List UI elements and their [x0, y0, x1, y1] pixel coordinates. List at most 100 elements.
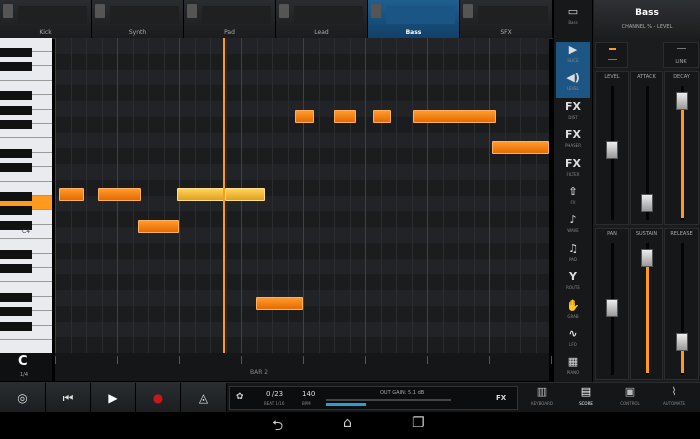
tool-button-filter[interactable]: FX FILTER: [556, 156, 590, 184]
track-tab-pad[interactable]: Pad: [184, 0, 276, 38]
black-key[interactable]: [0, 264, 32, 273]
midi-note[interactable]: [492, 141, 549, 154]
black-key[interactable]: [0, 62, 32, 72]
release-label: RELEASE: [670, 231, 693, 237]
fader-knob[interactable]: [606, 299, 618, 317]
settings-icon[interactable]: ✿: [236, 392, 244, 402]
track-mute-icon[interactable]: [187, 4, 197, 18]
tool-button-piano[interactable]: ▦ PIANO: [556, 354, 590, 382]
grid-line: [458, 38, 459, 353]
record-button[interactable]: ●: [136, 383, 181, 413]
decay-fader[interactable]: DECAY: [664, 71, 699, 225]
fader-knob[interactable]: [675, 91, 688, 110]
recents-icon[interactable]: ❐: [412, 415, 425, 431]
track-tab-sfx[interactable]: SFX: [460, 0, 553, 38]
tool-button-wave[interactable]: ♪ WAVE: [556, 212, 590, 240]
grid-line: [396, 38, 397, 353]
track-mute-icon[interactable]: [3, 4, 13, 18]
play-icon: ▶: [108, 391, 118, 405]
track-mute-icon[interactable]: [95, 4, 105, 18]
release-fader[interactable]: RELEASE: [664, 228, 699, 380]
midi-note[interactable]: [334, 110, 356, 123]
midi-note[interactable]: [256, 297, 303, 310]
link-toggle[interactable]: LINK: [663, 42, 699, 68]
tool-button-dist[interactable]: FX DIST: [556, 99, 590, 127]
view-score-button[interactable]: ▤ SCORE: [566, 383, 606, 413]
track-tab-synth[interactable]: Synth: [92, 0, 184, 38]
track-tab-lead[interactable]: Lead: [276, 0, 368, 38]
fx-button[interactable]: FX: [496, 394, 506, 402]
home-icon[interactable]: ⌂: [343, 415, 352, 431]
tool-button-phaser[interactable]: FX PHASER: [556, 127, 590, 155]
view-keyboard-button[interactable]: ▥ KEYBOARD: [522, 383, 562, 413]
track-preview: [294, 6, 363, 24]
track-tab-kick[interactable]: Kick: [0, 0, 92, 38]
grid-row: [55, 38, 549, 54]
black-key[interactable]: [0, 206, 32, 216]
play-button[interactable]: ▶: [91, 383, 136, 413]
channel-button-label: Bass: [568, 20, 578, 25]
link-left[interactable]: [595, 42, 628, 68]
pan-fader[interactable]: PAN: [595, 228, 629, 380]
black-key[interactable]: [0, 192, 32, 201]
piano-keyboard[interactable]: C4: [0, 38, 52, 355]
black-key[interactable]: [0, 148, 32, 158]
attack-fader[interactable]: ATTACK: [630, 71, 663, 225]
midi-note[interactable]: [177, 188, 225, 201]
fader-knob[interactable]: [640, 194, 653, 213]
midi-note[interactable]: [295, 110, 314, 123]
view-control-button[interactable]: ▣ CONTROL: [610, 383, 650, 413]
zoom-control[interactable]: C 1/4: [0, 353, 52, 381]
midi-note[interactable]: [138, 220, 179, 233]
grid-line: [489, 38, 490, 353]
fader-knob[interactable]: [606, 140, 618, 159]
record-icon: ●: [152, 391, 164, 405]
track-mute-icon[interactable]: [279, 4, 289, 18]
rewind-button[interactable]: ⏮: [46, 383, 91, 413]
black-key[interactable]: [0, 249, 32, 259]
black-key[interactable]: [0, 105, 32, 115]
tool-label: LEVEL: [566, 86, 580, 92]
midi-note[interactable]: [225, 188, 265, 201]
bass-channel-button[interactable]: ▭ Bass: [556, 4, 590, 32]
tool-button-level[interactable]: ◀) LEVEL: [556, 70, 590, 99]
piano-roll-grid[interactable]: [55, 38, 549, 353]
tool-button-pad[interactable]: ♫ PAD: [556, 241, 590, 269]
channel-icon: ▭: [567, 5, 579, 18]
grid-line: [86, 38, 87, 353]
fader-knob[interactable]: [640, 248, 653, 267]
track-tab-bass[interactable]: Bass: [368, 0, 460, 38]
midi-note[interactable]: [373, 110, 391, 123]
metronome-button[interactable]: ◬: [181, 383, 227, 413]
black-key[interactable]: [0, 91, 32, 101]
midi-note[interactable]: [98, 188, 141, 201]
tempo-display[interactable]: 140: [302, 390, 315, 398]
track-bar: Kick Synth Pad Lead Bass SFX: [0, 0, 553, 39]
black-key[interactable]: [0, 321, 32, 331]
view-automate-button[interactable]: ⌇ AUTOMATE: [654, 383, 694, 413]
sustain-fader[interactable]: SUSTAIN: [630, 228, 663, 380]
menu-button[interactable]: ◎: [0, 383, 46, 413]
midi-note[interactable]: [59, 188, 84, 201]
level-fader[interactable]: LEVEL: [595, 71, 629, 225]
back-icon[interactable]: ⮌: [272, 415, 283, 439]
tool-button-fx[interactable]: ⇧ FX: [556, 184, 590, 212]
fader-knob[interactable]: [675, 332, 688, 351]
tool-button-grab[interactable]: ✋ GRAB: [556, 298, 590, 326]
grid-row: [55, 242, 549, 259]
black-key[interactable]: [0, 292, 32, 302]
black-key[interactable]: [0, 48, 32, 57]
track-mute-icon[interactable]: [371, 4, 381, 18]
black-key[interactable]: [0, 307, 32, 317]
tool-button-slice[interactable]: ▶ SLICE: [556, 42, 590, 70]
midi-note[interactable]: [413, 110, 496, 123]
black-key[interactable]: [0, 163, 32, 173]
timeline-ruler[interactable]: BAR 2: [55, 353, 552, 381]
track-preview: [202, 6, 271, 24]
tool-button-route[interactable]: Y ROUTE: [556, 269, 590, 297]
track-mute-icon[interactable]: [463, 4, 473, 18]
black-key[interactable]: [0, 120, 32, 129]
channel-header[interactable]: Bass CHANNEL % - LEVEL: [594, 0, 700, 38]
playhead[interactable]: [223, 38, 225, 353]
tool-button-lfo[interactable]: ∿ LFO: [556, 326, 590, 354]
